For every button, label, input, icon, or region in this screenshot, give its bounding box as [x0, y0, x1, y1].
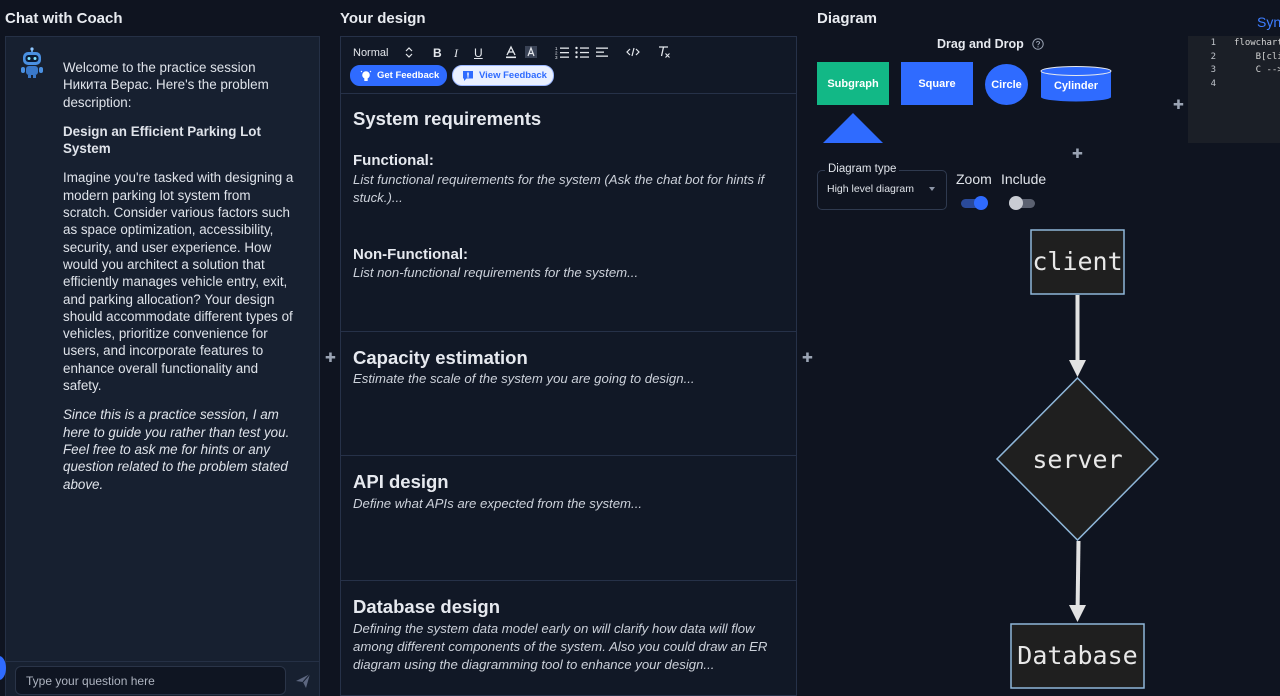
- code-text: C --> D[Database]: [1255, 65, 1280, 75]
- database-design-section[interactable]: Database design Defining the system data…: [341, 581, 796, 696]
- capacity-estimation-heading: Capacity estimation: [353, 347, 528, 368]
- chevron-down-icon[interactable]: [929, 187, 935, 191]
- get-feedback-button[interactable]: Get Feedback: [350, 65, 447, 86]
- help-icon[interactable]: [1032, 38, 1044, 50]
- coach-message: Welcome to the practice session Никита В…: [63, 59, 295, 505]
- code-line[interactable]: 2 B[client] --> C{server}: [1188, 52, 1280, 65]
- subgraph-shape[interactable]: Subgraph: [817, 62, 889, 105]
- square-shape[interactable]: Square: [901, 62, 973, 105]
- diagram-title: Diagram: [817, 10, 878, 27]
- chat-note: Since this is a practice session, I am h…: [63, 407, 290, 492]
- highlight-color-icon[interactable]: [524, 45, 538, 59]
- design-editor: Normal B I U 1 2 3 Get Feedback View Fee…: [340, 36, 797, 696]
- resize-handle-icon[interactable]: ✚: [325, 351, 336, 364]
- lightbulb-icon: [360, 70, 372, 81]
- problem-body: Imagine you're tasked with designing a m…: [63, 170, 294, 394]
- arrow-head-icon: [1069, 360, 1086, 377]
- zoom-label: Zoom: [956, 171, 992, 187]
- api-design-text: Define what APIs are expected from the s…: [353, 496, 643, 511]
- sync-button[interactable]: Sync: [1257, 14, 1280, 30]
- ordered-list-icon[interactable]: 1 2 3: [555, 45, 569, 59]
- code-editor[interactable]: 1flowchart TD2 B[client] --> C{server}3 …: [1188, 36, 1280, 143]
- code-line[interactable]: 1 flowchart TD: [1188, 38, 1280, 51]
- resize-handle-icon[interactable]: ✚: [1072, 147, 1083, 160]
- cylinder-label: Cylinder: [1053, 80, 1098, 92]
- code-line[interactable]: 4: [1188, 79, 1234, 92]
- svg-text:3: 3: [555, 55, 558, 59]
- code-text: flowchart TD: [1234, 38, 1280, 48]
- format-select-chevron-icon[interactable]: [405, 47, 413, 58]
- clear-format-icon[interactable]: [657, 45, 671, 59]
- functional-label: Functional:: [353, 152, 434, 169]
- capacity-estimation-text: Estimate the scale of the system you are…: [353, 371, 695, 386]
- design-title: Your design: [340, 10, 426, 27]
- include-toggle[interactable]: [1009, 196, 1037, 210]
- italic-icon[interactable]: I: [454, 46, 458, 60]
- flowchart-canvas[interactable]: client server Database: [990, 225, 1170, 696]
- chat-question-input[interactable]: [15, 666, 286, 695]
- circle-shape[interactable]: Circle: [985, 64, 1028, 105]
- feedback-chat-icon: [463, 71, 473, 81]
- flow-node-client[interactable]: client: [1030, 229, 1125, 295]
- system-requirements-section[interactable]: System requirements Functional: List fun…: [341, 94, 796, 332]
- underline-icon[interactable]: U: [474, 46, 483, 60]
- chat-input-bar: [6, 661, 319, 696]
- code-text: B[client] --> C{server}: [1255, 51, 1280, 62]
- system-requirements-heading: System requirements: [353, 108, 542, 129]
- line-number: 3: [1210, 65, 1216, 75]
- code-line[interactable]: 3 C --> D[Database]: [1188, 65, 1280, 78]
- client-node-label: client: [1032, 247, 1122, 276]
- bullet-list-icon[interactable]: [575, 45, 589, 59]
- nonfunctional-text: List non-functional requirements for the…: [353, 265, 639, 280]
- include-toggle-knob: [1009, 196, 1023, 210]
- resize-handle-icon[interactable]: ✚: [802, 351, 813, 364]
- api-design-heading: API design: [353, 471, 449, 492]
- chat-title: Chat with Coach: [5, 10, 123, 27]
- line-number: 1: [1210, 38, 1216, 48]
- flow-node-server[interactable]: server: [995, 376, 1160, 542]
- square-label: Square: [918, 77, 956, 90]
- capacity-estimation-section[interactable]: Capacity estimation Estimate the scale o…: [341, 332, 796, 456]
- editor-toolbar: Normal B I U 1 2 3 Get Feedback View Fee…: [341, 37, 796, 94]
- view-feedback-label: View Feedback: [479, 70, 547, 81]
- diagram-type-value[interactable]: High level diagram: [827, 183, 914, 195]
- nonfunctional-label: Non-Functional:: [353, 246, 468, 263]
- resize-handle-icon[interactable]: ✚: [1173, 98, 1184, 111]
- functional-text: List functional requirements for the sys…: [353, 172, 765, 205]
- get-feedback-label: Get Feedback: [377, 70, 440, 81]
- format-select[interactable]: Normal: [353, 46, 388, 60]
- cylinder-shape[interactable]: Cylinder: [1040, 66, 1112, 102]
- database-design-heading: Database design: [353, 596, 501, 617]
- arrow-head-icon: [1069, 605, 1086, 622]
- database-node-label: Database: [1017, 641, 1137, 670]
- align-left-icon[interactable]: [595, 45, 609, 59]
- flow-node-database[interactable]: Database: [1010, 623, 1145, 689]
- database-design-text: Defining the system data model early on …: [353, 621, 768, 672]
- problem-title: Design an Efficient Parking Lot System: [63, 123, 261, 157]
- chat-panel: Welcome to the practice session Никита В…: [5, 36, 320, 696]
- view-feedback-button[interactable]: View Feedback: [452, 65, 554, 86]
- server-node-label: server: [1032, 445, 1122, 474]
- line-number: 4: [1210, 78, 1216, 89]
- drag-and-drop-title: Drag and Drop: [937, 37, 1024, 51]
- chat-intro: Welcome to the practice session Никита В…: [63, 60, 269, 110]
- code-icon[interactable]: [626, 45, 640, 59]
- subgraph-label: Subgraph: [827, 77, 879, 90]
- circle-label: Circle: [991, 78, 1022, 91]
- zoom-toggle[interactable]: [961, 196, 989, 210]
- font-color-icon[interactable]: [504, 45, 518, 59]
- api-design-section[interactable]: API design Define what APIs are expected…: [341, 456, 796, 581]
- send-icon[interactable]: [294, 672, 312, 690]
- include-label: Include: [1001, 171, 1047, 187]
- zoom-toggle-knob: [974, 196, 988, 210]
- robot-icon: [21, 47, 43, 78]
- bold-icon[interactable]: B: [433, 46, 442, 60]
- diagram-type-label: Diagram type: [825, 163, 900, 175]
- line-number: 2: [1210, 51, 1216, 62]
- triangle-shape[interactable]: [822, 112, 884, 144]
- edge-server-database: [1075, 540, 1081, 616]
